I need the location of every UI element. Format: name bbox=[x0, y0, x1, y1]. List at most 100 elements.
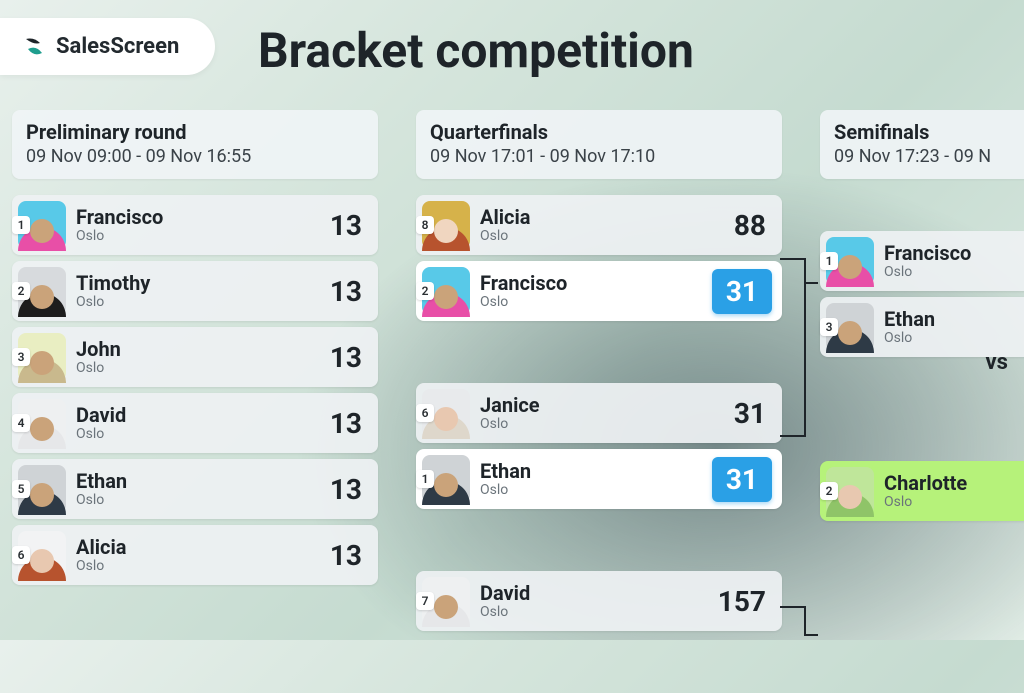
avatar: 5 bbox=[18, 465, 66, 513]
player-location: Oslo bbox=[76, 558, 126, 574]
avatar: 2 bbox=[422, 267, 470, 315]
player-row[interactable]: 4DavidOslo13 bbox=[12, 393, 378, 453]
player-location: Oslo bbox=[76, 228, 163, 244]
player-info: AliciaOslo bbox=[76, 536, 126, 574]
seed-badge: 6 bbox=[416, 404, 434, 422]
player-location: Oslo bbox=[76, 360, 121, 376]
player-location: Oslo bbox=[480, 294, 567, 310]
player-info: FranciscoOslo bbox=[76, 206, 163, 244]
avatar: 2 bbox=[826, 467, 874, 515]
seed-badge: 1 bbox=[820, 252, 838, 270]
player-name: Ethan bbox=[480, 460, 531, 482]
player-name: John bbox=[76, 338, 121, 360]
seed-badge: 7 bbox=[416, 592, 434, 610]
seed-badge: 4 bbox=[12, 414, 30, 432]
player-score: 13 bbox=[330, 275, 368, 308]
player-name: Ethan bbox=[76, 470, 127, 492]
connector bbox=[804, 282, 818, 284]
avatar: 2 bbox=[18, 267, 66, 315]
seed-badge: 2 bbox=[820, 482, 838, 500]
player-name: David bbox=[480, 582, 530, 604]
player-info: DavidOslo bbox=[76, 404, 126, 442]
player-name: Francisco bbox=[884, 242, 971, 264]
connector bbox=[804, 282, 806, 437]
player-location: Oslo bbox=[480, 228, 530, 244]
avatar: 6 bbox=[18, 531, 66, 579]
avatar: 3 bbox=[826, 303, 874, 351]
player-name: Alicia bbox=[76, 536, 126, 558]
seed-badge: 6 bbox=[12, 546, 30, 564]
round-header-preliminary: Preliminary round 09 Nov 09:00 - 09 Nov … bbox=[12, 110, 378, 179]
seed-badge: 8 bbox=[416, 216, 434, 234]
player-info: EthanOslo bbox=[76, 470, 127, 508]
seed-badge: 2 bbox=[416, 282, 434, 300]
player-location: Oslo bbox=[884, 330, 935, 346]
round-dates: 09 Nov 09:00 - 09 Nov 16:55 bbox=[26, 146, 364, 167]
connector bbox=[804, 258, 806, 282]
player-info: CharlotteOslo bbox=[884, 472, 967, 510]
player-info: JohnOslo bbox=[76, 338, 121, 376]
player-location: Oslo bbox=[76, 426, 126, 442]
player-score: 31 bbox=[734, 397, 772, 430]
player-score: 13 bbox=[330, 341, 368, 374]
column-semifinals: Semifinals 09 Nov 17:23 - 09 N 1 Francisc… bbox=[820, 110, 1024, 527]
player-info: FranciscoOslo bbox=[884, 242, 971, 280]
player-row[interactable]: 1 FranciscoOslo bbox=[820, 231, 1024, 291]
round-dates: 09 Nov 17:01 - 09 Nov 17:10 bbox=[430, 146, 768, 167]
player-row[interactable]: 6JaniceOslo31 bbox=[416, 383, 782, 443]
player-row[interactable]: 2 CharlotteOslo bbox=[820, 461, 1024, 521]
player-score: 31 bbox=[712, 269, 772, 314]
player-row[interactable]: 5EthanOslo13 bbox=[12, 459, 378, 519]
player-location: Oslo bbox=[884, 264, 971, 280]
connector bbox=[804, 606, 806, 636]
player-row[interactable]: 3 JohnOslo 13 bbox=[12, 327, 378, 387]
avatar: 3 bbox=[18, 333, 66, 381]
player-location: Oslo bbox=[76, 492, 127, 508]
round-header-semifinals: Semifinals 09 Nov 17:23 - 09 N bbox=[820, 110, 1024, 179]
spacer bbox=[820, 363, 1024, 461]
round-name: Preliminary round bbox=[26, 120, 364, 144]
brand-icon bbox=[22, 35, 46, 59]
match: 7 DavidOslo 157 bbox=[416, 571, 782, 631]
player-row[interactable]: 1FranciscoOslo13 bbox=[12, 195, 378, 255]
player-row[interactable]: 2 TimothyOslo 13 bbox=[12, 261, 378, 321]
semifinals-list: 1FranciscoOslo3EthanOslo2CharlotteOslo bbox=[820, 231, 1024, 521]
player-row[interactable]: 3 EthanOslo bbox=[820, 297, 1024, 357]
seed-badge: 3 bbox=[820, 318, 838, 336]
player-row[interactable]: 8 AliciaOslo 88 bbox=[416, 195, 782, 255]
avatar: 6 bbox=[422, 389, 470, 437]
preliminary-list: 1FranciscoOslo132TimothyOslo133JohnOslo1… bbox=[12, 195, 378, 585]
player-name: David bbox=[76, 404, 126, 426]
player-info: FranciscoOslo bbox=[480, 272, 567, 310]
avatar: 1 bbox=[826, 237, 874, 285]
player-location: Oslo bbox=[76, 294, 150, 310]
connector bbox=[780, 258, 806, 260]
player-location: Oslo bbox=[480, 604, 530, 620]
player-score: 31 bbox=[712, 457, 772, 502]
player-info: EthanOslo bbox=[884, 308, 935, 346]
player-row[interactable]: 7 DavidOslo 157 bbox=[416, 571, 782, 631]
seed-badge: 1 bbox=[416, 470, 434, 488]
quarterfinals-list: 8AliciaOslo882FranciscoOslo316JaniceOslo… bbox=[416, 195, 782, 631]
brand-logo: SalesScreen bbox=[0, 18, 215, 75]
match: 8 AliciaOslo 88 2 FranciscoOslo 31 bbox=[416, 195, 782, 321]
player-info: AliciaOslo bbox=[480, 206, 530, 244]
player-location: Oslo bbox=[480, 482, 531, 498]
bracket-columns: Preliminary round 09 Nov 09:00 - 09 Nov … bbox=[12, 110, 1024, 693]
player-name: Timothy bbox=[76, 272, 150, 294]
player-location: Oslo bbox=[480, 416, 540, 432]
connector bbox=[780, 435, 806, 437]
round-name: Semifinals bbox=[834, 120, 1024, 144]
player-row[interactable]: 1 EthanOslo 31 bbox=[416, 449, 782, 509]
round-header-quarterfinals: Quarterfinals 09 Nov 17:01 - 09 Nov 17:1… bbox=[416, 110, 782, 179]
player-row[interactable]: 2 FranciscoOslo 31 bbox=[416, 261, 782, 321]
brand-name: SalesScreen bbox=[56, 34, 179, 59]
connector bbox=[804, 634, 818, 636]
vs-label: vs bbox=[986, 350, 1008, 375]
player-score: 157 bbox=[718, 585, 772, 618]
player-info: EthanOslo bbox=[480, 460, 531, 498]
player-score: 88 bbox=[734, 209, 772, 242]
match: 6JaniceOslo311EthanOslo31 bbox=[416, 383, 782, 509]
column-quarterfinals: Quarterfinals 09 Nov 17:01 - 09 Nov 17:1… bbox=[416, 110, 782, 693]
player-row[interactable]: 6AliciaOslo13 bbox=[12, 525, 378, 585]
